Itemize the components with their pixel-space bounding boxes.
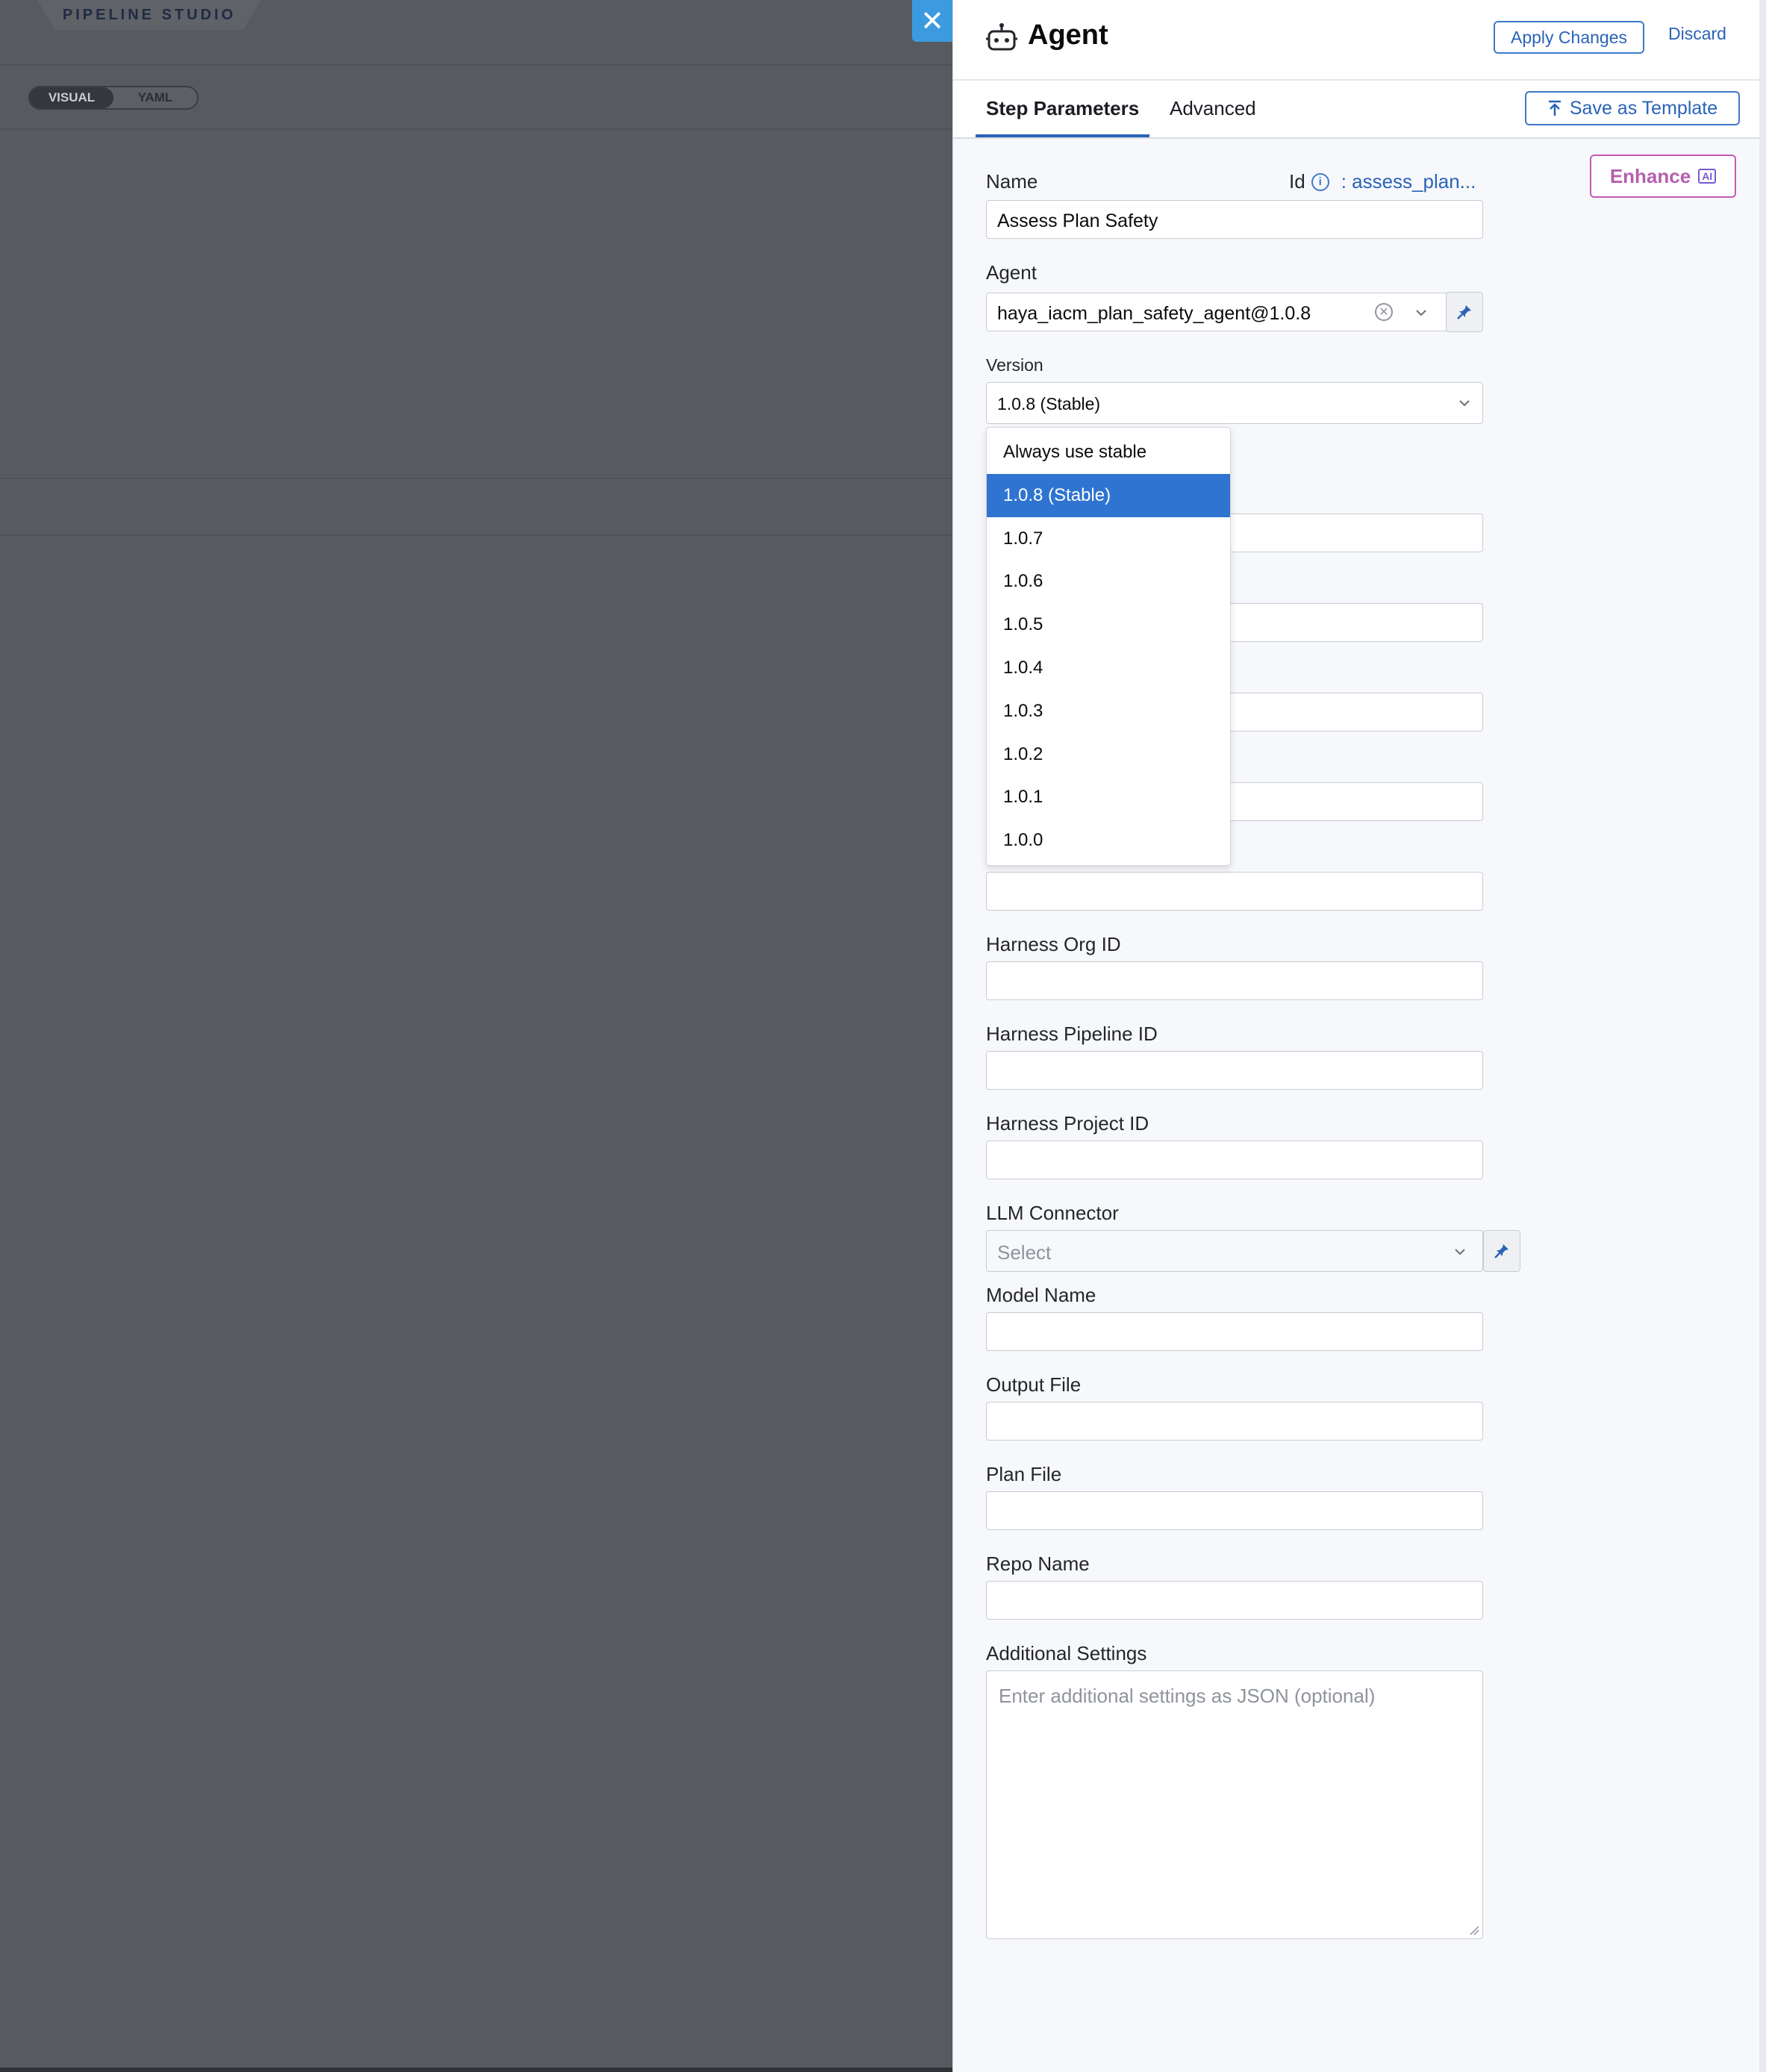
chevron-down-icon — [1455, 1249, 1465, 1255]
visual-toggle-option[interactable]: VISUAL — [30, 87, 113, 108]
resize-grip-icon[interactable] — [1469, 1925, 1479, 1935]
upload-icon — [1548, 100, 1561, 116]
additional-settings-textarea[interactable]: Enter additional settings as JSON (optio… — [986, 1670, 1483, 1939]
discard-button[interactable]: Discard — [1668, 24, 1726, 44]
id-value-link[interactable]: : assess_plan... — [1341, 170, 1476, 193]
version-dropdown-menu: Always use stable 1.0.8 (Stable) 1.0.7 1… — [986, 427, 1231, 866]
enhance-ai-button[interactable]: Enhance AI — [1590, 155, 1736, 198]
name-input[interactable]: Assess Plan Safety — [986, 200, 1483, 239]
additional-settings-label: Additional Settings — [986, 1642, 1147, 1664]
org-id-input[interactable] — [986, 961, 1483, 1000]
close-icon: ✕ — [920, 5, 944, 37]
enhance-label: Enhance — [1609, 164, 1691, 187]
apply-changes-button[interactable]: Apply Changes — [1494, 21, 1644, 54]
repo-name-label: Repo Name — [986, 1553, 1090, 1575]
drawer-title: Agent — [1028, 19, 1108, 51]
project-id-input[interactable] — [986, 1140, 1483, 1179]
pin-icon — [1494, 1244, 1508, 1258]
version-option[interactable]: Always use stable — [987, 431, 1230, 474]
drawer-edge — [1759, 0, 1766, 2072]
id-row: Id i : assess_plan... — [1289, 170, 1476, 193]
version-option[interactable]: 1.0.4 — [987, 646, 1230, 690]
clear-icon[interactable]: ✕ — [1375, 303, 1393, 321]
output-file-input[interactable] — [986, 1402, 1483, 1441]
pipeline-id-input[interactable] — [986, 1051, 1483, 1090]
plan-file-input[interactable] — [986, 1491, 1483, 1530]
plan-file-label: Plan File — [986, 1463, 1062, 1485]
version-option[interactable]: 1.0.6 — [987, 560, 1230, 603]
yaml-toggle-option[interactable]: YAML — [113, 87, 197, 108]
version-option[interactable]: 1.0.0 — [987, 819, 1230, 862]
backdrop-band — [0, 478, 952, 536]
backdrop-bottom-bar — [0, 2068, 952, 2072]
version-option-selected[interactable]: 1.0.8 (Stable) — [987, 473, 1230, 517]
tab-step-parameters[interactable]: Step Parameters — [975, 97, 1150, 137]
info-icon[interactable]: i — [1311, 172, 1329, 191]
additional-settings-placeholder: Enter additional settings as JSON (optio… — [999, 1685, 1376, 1707]
drawer-header: Agent Apply Changes Discard — [953, 0, 1759, 81]
output-file-label: Output File — [986, 1373, 1082, 1396]
version-label: Version — [986, 355, 1043, 375]
divider — [0, 128, 952, 130]
llm-connector-label: LLM Connector — [986, 1202, 1119, 1224]
version-option[interactable]: 1.0.5 — [987, 603, 1230, 646]
pipeline-studio-tab[interactable]: PIPELINE STUDIO — [37, 0, 261, 30]
agent-select[interactable]: haya_iacm_plan_safety_agent@1.0.8 ✕ — [986, 293, 1447, 331]
save-as-template-button[interactable]: Save as Template — [1525, 91, 1740, 125]
tab-advanced[interactable]: Advanced — [1170, 97, 1256, 120]
llm-connector-select[interactable]: Select — [986, 1230, 1483, 1272]
version-option[interactable]: 1.0.1 — [987, 776, 1230, 819]
llm-connector-placeholder: Select — [997, 1241, 1052, 1264]
version-option[interactable]: 1.0.7 — [987, 517, 1230, 561]
drawer-tabs: Step Parameters Advanced Save as Templat… — [953, 81, 1759, 139]
save-as-template-label: Save as Template — [1569, 97, 1718, 119]
robot-icon — [986, 23, 1017, 51]
agent-select-value: haya_iacm_plan_safety_agent@1.0.8 — [997, 303, 1311, 324]
param-input[interactable] — [986, 872, 1483, 911]
agent-pin-button[interactable] — [1446, 292, 1483, 332]
ai-badge-icon: AI — [1698, 169, 1717, 184]
version-option[interactable]: 1.0.3 — [987, 690, 1230, 733]
pin-icon — [1457, 305, 1471, 319]
model-name-input[interactable] — [986, 1312, 1483, 1351]
llm-pin-button[interactable] — [1483, 1230, 1520, 1272]
chevron-down-icon — [1459, 400, 1470, 407]
studio-topbar: PIPELINE STUDIO — [0, 0, 952, 66]
version-select-value: 1.0.8 (Stable) — [997, 394, 1101, 414]
chevron-down-icon[interactable] — [1414, 305, 1429, 320]
id-label: Id — [1289, 170, 1305, 193]
version-option[interactable]: 1.0.2 — [987, 733, 1230, 776]
model-name-label: Model Name — [986, 1284, 1096, 1306]
org-id-label: Harness Org ID — [986, 933, 1121, 955]
agent-label: Agent — [986, 261, 1037, 284]
agent-step-drawer: Agent Apply Changes Discard Step Paramet… — [952, 0, 1766, 2072]
name-label: Name — [986, 170, 1038, 193]
repo-name-input[interactable] — [986, 1581, 1483, 1620]
pipeline-id-label: Harness Pipeline ID — [986, 1023, 1158, 1045]
project-id-label: Harness Project ID — [986, 1112, 1149, 1135]
pipeline-studio-backdrop: PIPELINE STUDIO VISUAL YAML — [0, 0, 952, 2072]
close-panel-button[interactable]: ✕ — [912, 0, 952, 42]
name-input-value: Assess Plan Safety — [997, 210, 1158, 231]
version-select[interactable]: 1.0.8 (Stable) — [986, 382, 1483, 424]
visual-yaml-toggle[interactable]: VISUAL YAML — [28, 86, 199, 110]
